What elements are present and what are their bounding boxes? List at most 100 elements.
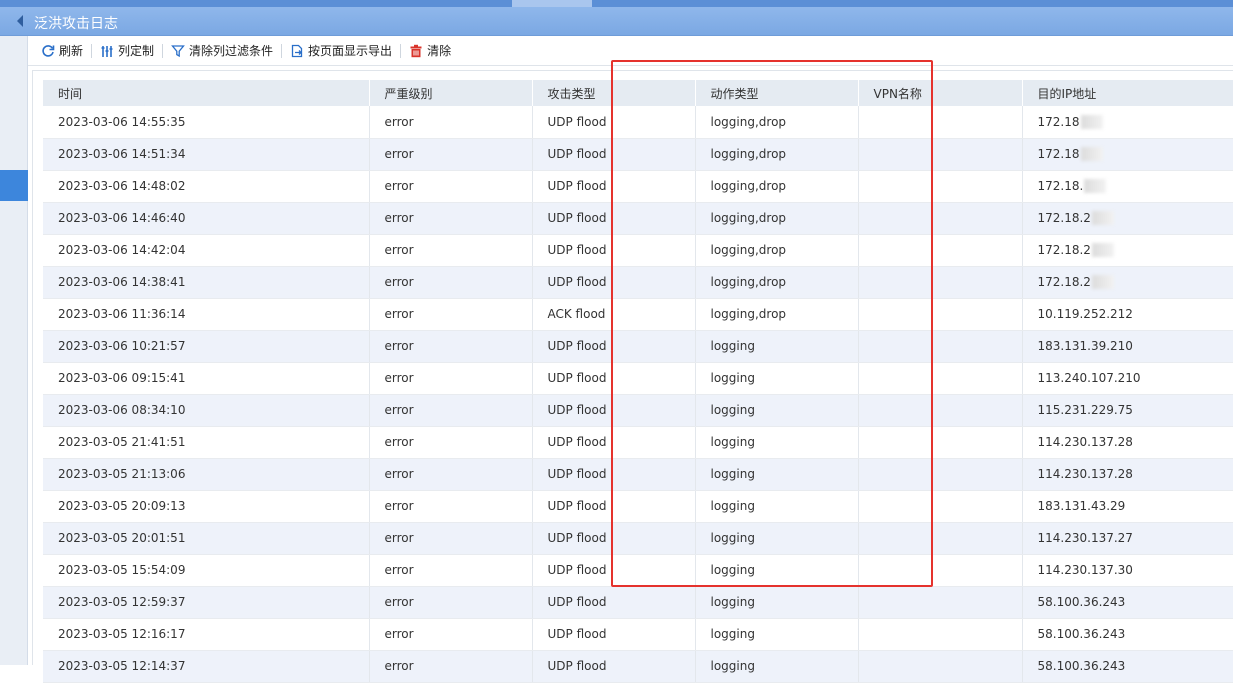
refresh-button[interactable]: 刷新 [35,40,89,62]
column-header-action-type[interactable]: 动作类型 [695,80,859,106]
cell-action-type: logging [695,426,859,459]
export-button[interactable]: 按页面显示导出 [284,40,398,62]
cell-attack-type: UDP flood [532,106,696,139]
cell-severity: error [369,426,533,459]
table-row[interactable]: 2023-03-05 20:09:13 error UDP flood logging… [43,490,1233,523]
table-row[interactable]: 2023-03-06 14:42:04 error UDP flood logging… [43,234,1233,267]
cell-dest-ip-text: 113.240.107.210 [1037,371,1141,385]
columns-label: 列定制 [118,44,155,58]
cell-time-text: 2023-03-05 21:13:06 [58,467,186,481]
cell-attack-type-text: ACK flood [547,307,606,321]
table-row[interactable]: 2023-03-06 09:15:41 error UDP flood logging… [43,362,1233,395]
cell-action-type-text: logging [710,659,755,673]
table-row[interactable]: 2023-03-06 08:34:10 error UDP flood logging… [43,394,1233,427]
cell-severity-text: error [384,179,414,193]
sidebar [0,7,28,665]
cell-dest-ip: 10.119.252.212 [1022,298,1233,331]
table-row[interactable]: 2023-03-06 10:21:57 error UDP flood logging… [43,330,1233,363]
cell-attack-type-text: UDP flood [547,531,607,545]
cell-time: 2023-03-06 14:42:04 [43,234,370,267]
table-row[interactable]: 2023-03-05 15:54:09 error UDP flood logging… [43,554,1233,587]
cell-action-type-text: logging,drop [710,179,787,193]
cell-time: 2023-03-06 14:38:41 [43,266,370,299]
cell-attack-type-text: UDP flood [547,339,607,353]
cell-severity: error [369,266,533,299]
column-header-vpn-name[interactable]: VPN名称 [858,80,1023,106]
cell-action-type: logging,drop [695,170,859,203]
cell-severity-text: error [384,339,414,353]
cell-attack-type: UDP flood [532,138,696,171]
cell-attack-type: UDP flood [532,586,696,619]
cell-attack-type: UDP flood [532,234,696,267]
table-row[interactable]: 2023-03-06 14:55:35 error UDP flood logging… [43,106,1233,139]
table-row[interactable]: 2023-03-06 11:36:14 error ACK flood logging… [43,298,1233,331]
collapse-arrow-icon[interactable] [17,15,23,27]
table-header-row: 时间 严重级别 攻击类型 动作类型 VPN名称 目的IP地址 [43,80,1233,106]
column-header-dest-ip[interactable]: 目的IP地址 [1022,80,1233,106]
table-row[interactable]: 2023-03-06 14:48:02 error UDP flood logging… [43,170,1233,203]
cell-action-type: logging,drop [695,202,859,235]
cell-action-type: logging [695,554,859,587]
cell-severity-text: error [384,499,414,513]
column-header-severity[interactable]: 严重级别 [369,80,533,106]
cell-action-type-text: logging,drop [710,211,787,225]
cell-time-text: 2023-03-06 08:34:10 [58,403,186,417]
cell-time: 2023-03-06 11:36:14 [43,298,370,331]
cell-dest-ip-text: 172.18.2 [1037,242,1091,257]
cell-severity-text: error [384,467,414,481]
cell-severity: error [369,170,533,203]
export-icon [291,44,303,57]
trash-icon [410,44,422,57]
cell-time-text: 2023-03-05 15:54:09 [58,563,186,577]
redacted-mask [1091,243,1114,258]
table-row[interactable]: 2023-03-05 20:01:51 error UDP flood logging… [43,522,1233,555]
cell-dest-ip-text: 172.18. [1037,178,1084,193]
cell-attack-type: UDP flood [532,650,696,683]
table-row[interactable]: 2023-03-05 21:41:51 error UDP flood logging… [43,426,1233,459]
cell-severity-text: error [384,211,414,225]
table-row[interactable]: 2023-03-06 14:38:41 error UDP flood logging… [43,266,1233,299]
table-row[interactable]: 2023-03-05 12:16:17 error UDP flood logging… [43,618,1233,651]
cell-dest-ip: 114.230.137.28 [1022,426,1233,459]
table-row[interactable]: 2023-03-05 21:13:06 error UDP flood logging… [43,458,1233,491]
refresh-label: 刷新 [59,44,84,58]
cell-attack-type: UDP flood [532,202,696,235]
table-row[interactable]: 2023-03-06 14:46:40 error UDP flood logging… [43,202,1233,235]
table-row[interactable]: 2023-03-06 14:51:34 error UDP flood logging… [43,138,1233,171]
sidebar-selected-item[interactable] [0,170,28,201]
column-header-time[interactable]: 时间 [43,80,370,106]
cell-time: 2023-03-06 14:46:40 [43,202,370,235]
cell-dest-ip: 114.230.137.27 [1022,522,1233,555]
cell-vpn-name [858,266,1023,299]
cell-severity-text: error [384,627,414,641]
clear-filters-button[interactable]: 清除列过滤条件 [165,40,279,62]
cell-time: 2023-03-05 21:13:06 [43,458,370,491]
cell-time-text: 2023-03-05 12:16:17 [58,627,186,641]
column-header-attack-type[interactable]: 攻击类型 [532,80,696,106]
cell-dest-ip-text: 172.18 [1037,114,1080,129]
cell-vpn-name [858,106,1023,139]
cell-dest-ip: 172.18.2 [1022,202,1233,235]
cell-severity: error [369,650,533,683]
cell-attack-type-text: UDP flood [547,147,607,161]
table-row[interactable]: 2023-03-05 12:14:37 error UDP flood logging… [43,650,1233,683]
clear-button[interactable]: 清除 [403,40,457,62]
cell-action-type: logging [695,362,859,395]
cell-attack-type-text: UDP flood [547,563,607,577]
cell-attack-type: UDP flood [532,554,696,587]
cell-attack-type: UDP flood [532,330,696,363]
table-row[interactable]: 2023-03-05 12:59:37 error UDP flood logging… [43,586,1233,619]
cell-severity: error [369,106,533,139]
cell-attack-type-text: UDP flood [547,467,607,481]
cell-attack-type-text: UDP flood [547,659,607,673]
cell-dest-ip: 183.131.39.210 [1022,330,1233,363]
cell-time-text: 2023-03-06 14:55:35 [58,114,186,129]
cell-dest-ip-text: 172.18.2 [1037,274,1091,289]
cell-action-type-text: logging,drop [710,275,787,289]
columns-button[interactable]: 列定制 [94,40,160,62]
cell-dest-ip-text: 10.119.252.212 [1037,307,1133,321]
cell-action-type-text: logging [710,595,755,609]
cell-action-type-text: logging,drop [710,307,787,321]
cell-attack-type: UDP flood [532,618,696,651]
cell-vpn-name [858,362,1023,395]
